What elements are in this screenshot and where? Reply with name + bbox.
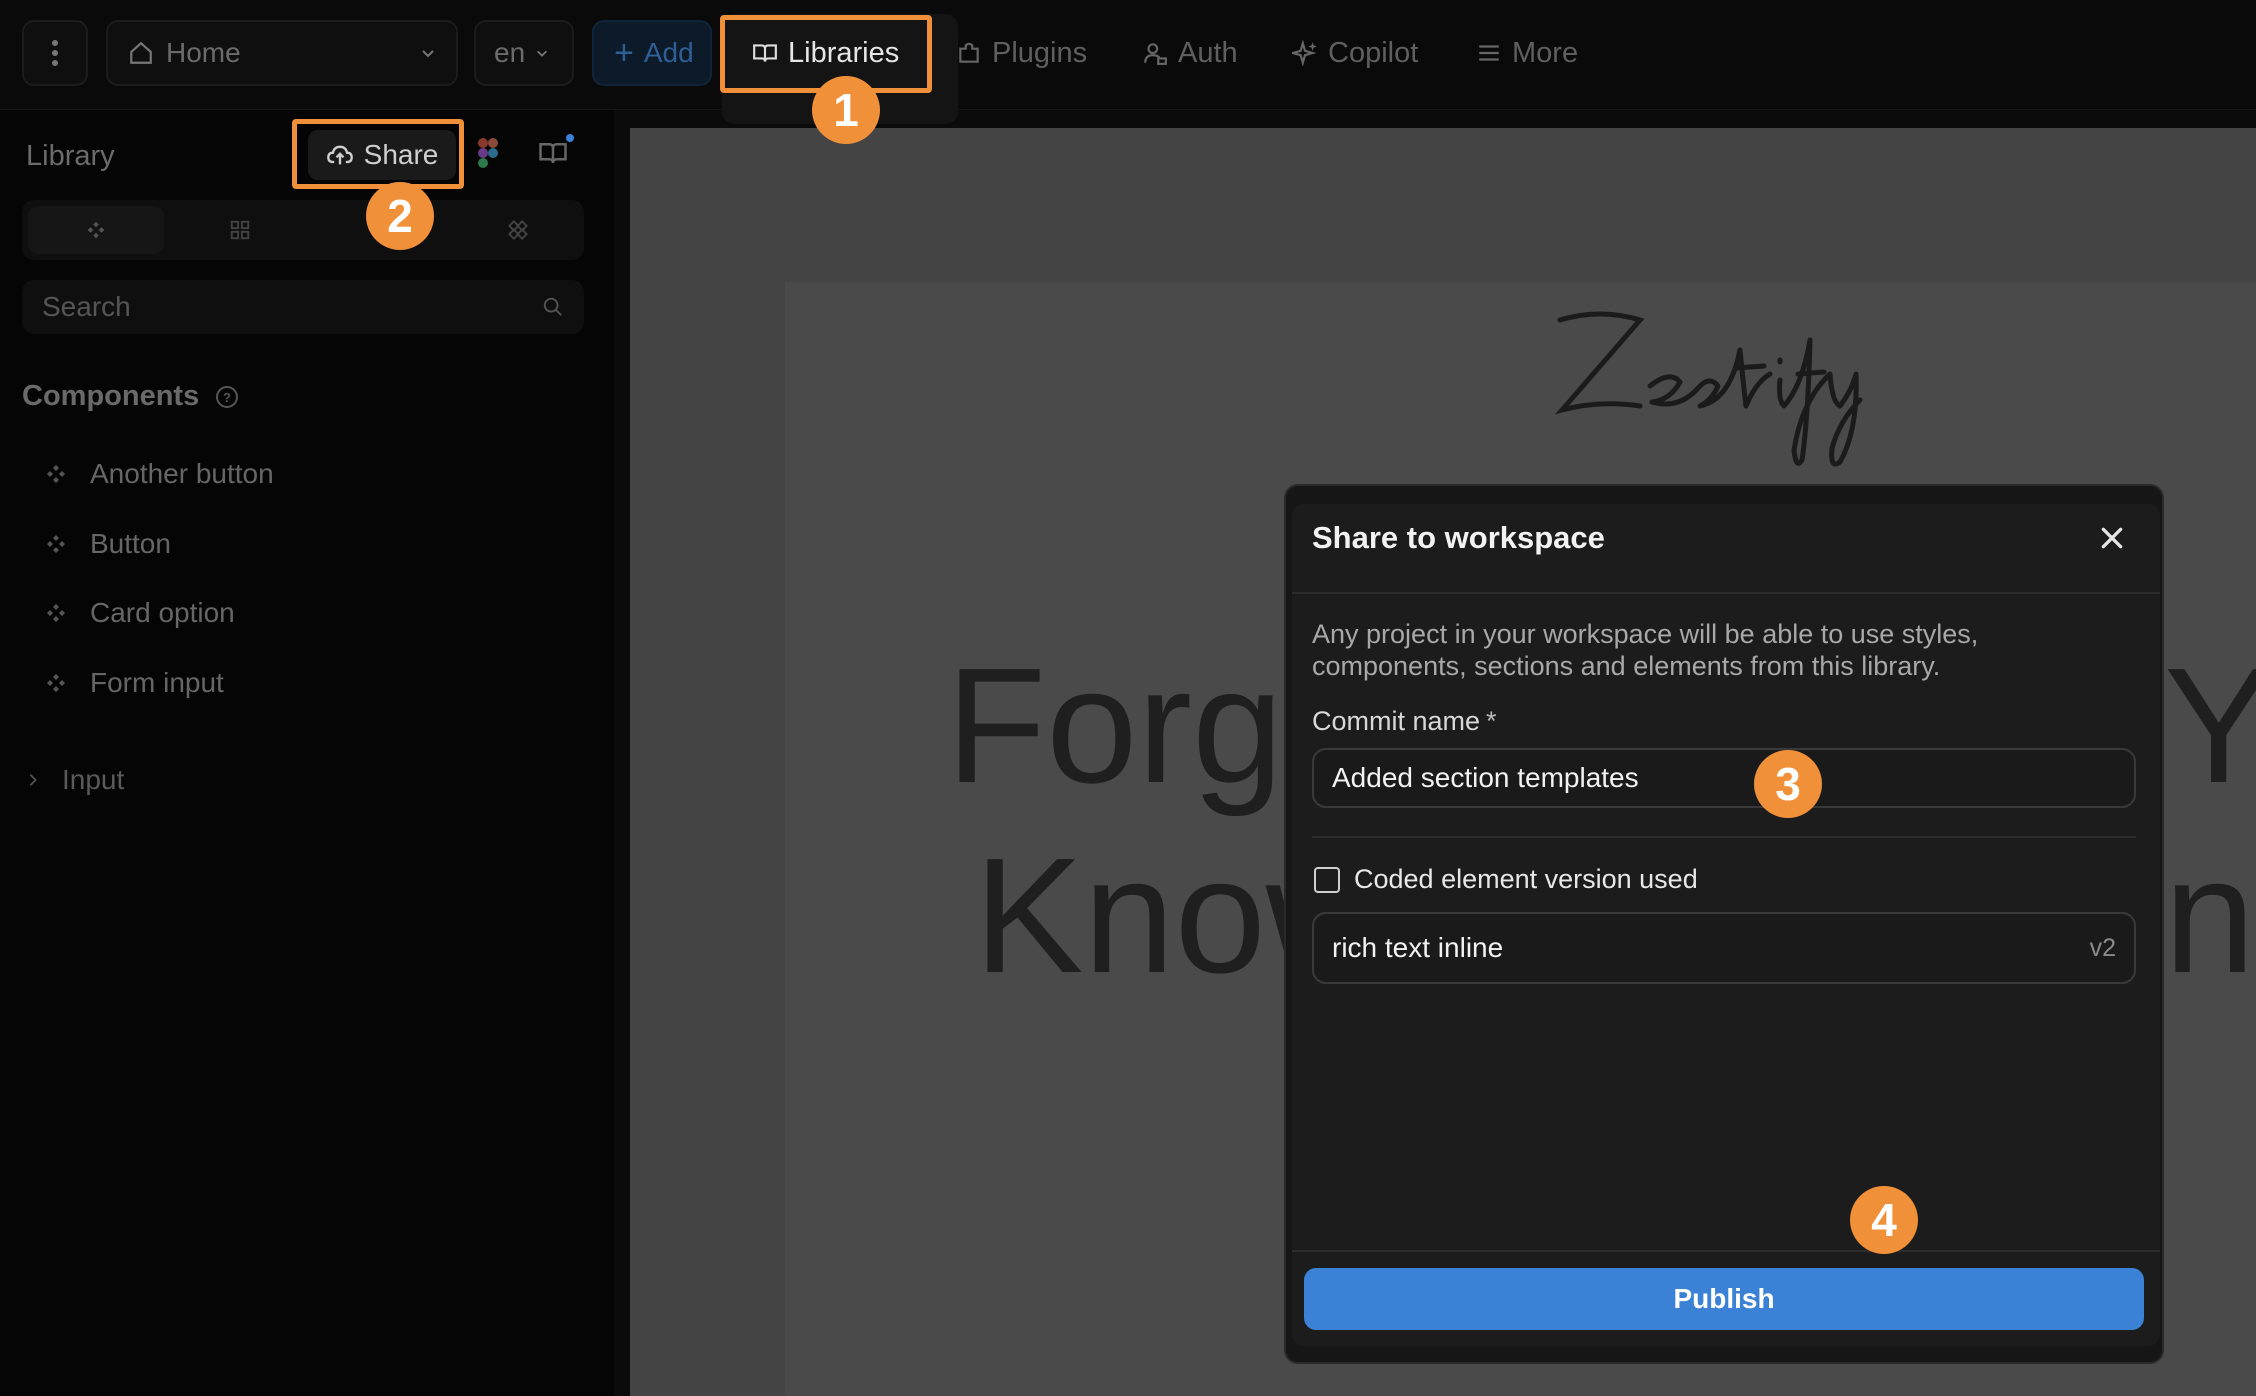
component-icon bbox=[47, 674, 65, 692]
list-item-label: Card option bbox=[90, 597, 235, 628]
tab-copilot-label: Copilot bbox=[1328, 36, 1419, 69]
coded-element-checkbox-row[interactable]: Coded element version used bbox=[1314, 864, 1698, 895]
list-item[interactable]: Form input bbox=[44, 667, 224, 699]
tab-more-label: More bbox=[1512, 36, 1579, 69]
group-input[interactable]: Input bbox=[26, 764, 124, 796]
commit-label-text: Commit name bbox=[1312, 706, 1481, 736]
chevron-right-icon bbox=[29, 774, 37, 786]
notification-dot bbox=[566, 134, 574, 142]
highlight-share bbox=[292, 119, 464, 189]
page-select[interactable]: Home bbox=[106, 20, 458, 86]
library-view-tabs bbox=[22, 200, 584, 260]
docs-book-icon[interactable] bbox=[538, 134, 574, 172]
tab-components-view[interactable] bbox=[28, 206, 164, 254]
main-menu-button[interactable] bbox=[22, 20, 88, 86]
grid-icon bbox=[230, 220, 250, 240]
component-icon bbox=[47, 465, 65, 483]
close-button[interactable] bbox=[2092, 518, 2132, 558]
hero-line-1-right: Y bbox=[2164, 634, 2256, 817]
cubes-icon bbox=[508, 220, 528, 240]
kebab-menu-icon bbox=[52, 40, 58, 66]
list-item[interactable]: Another button bbox=[44, 458, 274, 490]
locale-select[interactable]: en bbox=[474, 20, 574, 86]
components-heading-label: Components bbox=[22, 380, 200, 412]
coded-element-row[interactable]: rich text inline v2 bbox=[1312, 912, 2136, 984]
list-item-label: Button bbox=[90, 528, 171, 559]
step-badge-4: 4 bbox=[1850, 1186, 1918, 1254]
chevron-down-icon bbox=[422, 50, 434, 58]
library-search[interactable]: Search bbox=[22, 280, 584, 334]
commit-label: Commit name * bbox=[1312, 706, 1497, 737]
coded-element-checkbox[interactable] bbox=[1314, 866, 1340, 893]
field-divider bbox=[1312, 836, 2136, 838]
tab-auth-label: Auth bbox=[1178, 36, 1238, 69]
list-item[interactable]: Card option bbox=[44, 597, 235, 629]
tab-elements-view[interactable] bbox=[458, 206, 578, 254]
step-badge-1: 1 bbox=[812, 76, 880, 144]
step-badge-3: 3 bbox=[1754, 750, 1822, 818]
tab-more[interactable]: More bbox=[1476, 30, 1578, 76]
required-mark: * bbox=[1486, 706, 1497, 736]
tab-plugins-label: Plugins bbox=[992, 36, 1088, 69]
add-label: Add bbox=[643, 37, 694, 68]
modal-title: Share to workspace bbox=[1312, 520, 1605, 555]
modal-header-divider bbox=[1292, 592, 2160, 594]
component-icon bbox=[47, 604, 65, 622]
help-circle-icon: ? bbox=[216, 385, 239, 408]
close-icon bbox=[2101, 527, 2123, 549]
puzzle-icon bbox=[959, 42, 979, 63]
component-icon bbox=[47, 535, 65, 553]
step-badge-2: 2 bbox=[366, 182, 434, 250]
publish-button[interactable]: Publish bbox=[1304, 1268, 2144, 1330]
locale-value: en bbox=[494, 37, 526, 68]
commit-name-value: Added section templates bbox=[1332, 762, 1639, 793]
modal-description: Any project in your workspace will be ab… bbox=[1312, 619, 1979, 681]
tab-copilot[interactable]: Copilot bbox=[1292, 30, 1418, 76]
figma-icon[interactable] bbox=[478, 138, 498, 168]
hero-line-2-right: ng bbox=[2164, 824, 2256, 1007]
svg-text:?: ? bbox=[223, 390, 231, 405]
page-select-value: Home bbox=[166, 37, 241, 68]
home-icon bbox=[130, 41, 152, 64]
coded-element-name: rich text inline bbox=[1332, 932, 1504, 963]
coded-element-version: v2 bbox=[2089, 933, 2116, 962]
tab-auth[interactable]: Auth bbox=[1142, 30, 1238, 76]
logo-zestify bbox=[1540, 290, 1870, 470]
plus-icon: + bbox=[614, 34, 634, 72]
tab-sections-view[interactable] bbox=[172, 206, 308, 254]
list-item-label: Another button bbox=[90, 458, 274, 489]
hamburger-icon bbox=[1479, 45, 1499, 61]
components-heading: Components ? bbox=[22, 380, 239, 413]
search-icon bbox=[543, 297, 562, 316]
sidebar-title: Library bbox=[26, 140, 115, 172]
list-item[interactable]: Button bbox=[44, 528, 171, 560]
group-input-label: Input bbox=[62, 764, 125, 795]
commit-name-input[interactable]: Added section templates bbox=[1312, 748, 2136, 808]
search-placeholder: Search bbox=[42, 291, 131, 322]
component-icon bbox=[87, 221, 105, 239]
list-item-label: Form input bbox=[90, 667, 224, 698]
sparkles-icon bbox=[1292, 40, 1317, 66]
tab-plugins[interactable]: Plugins bbox=[956, 30, 1087, 76]
coded-element-label: Coded element version used bbox=[1354, 864, 1698, 894]
modal-footer-divider bbox=[1292, 1250, 2160, 1252]
chevron-down-icon bbox=[537, 50, 548, 57]
user-lock-icon bbox=[1144, 43, 1167, 65]
add-button[interactable]: + Add bbox=[592, 20, 712, 86]
